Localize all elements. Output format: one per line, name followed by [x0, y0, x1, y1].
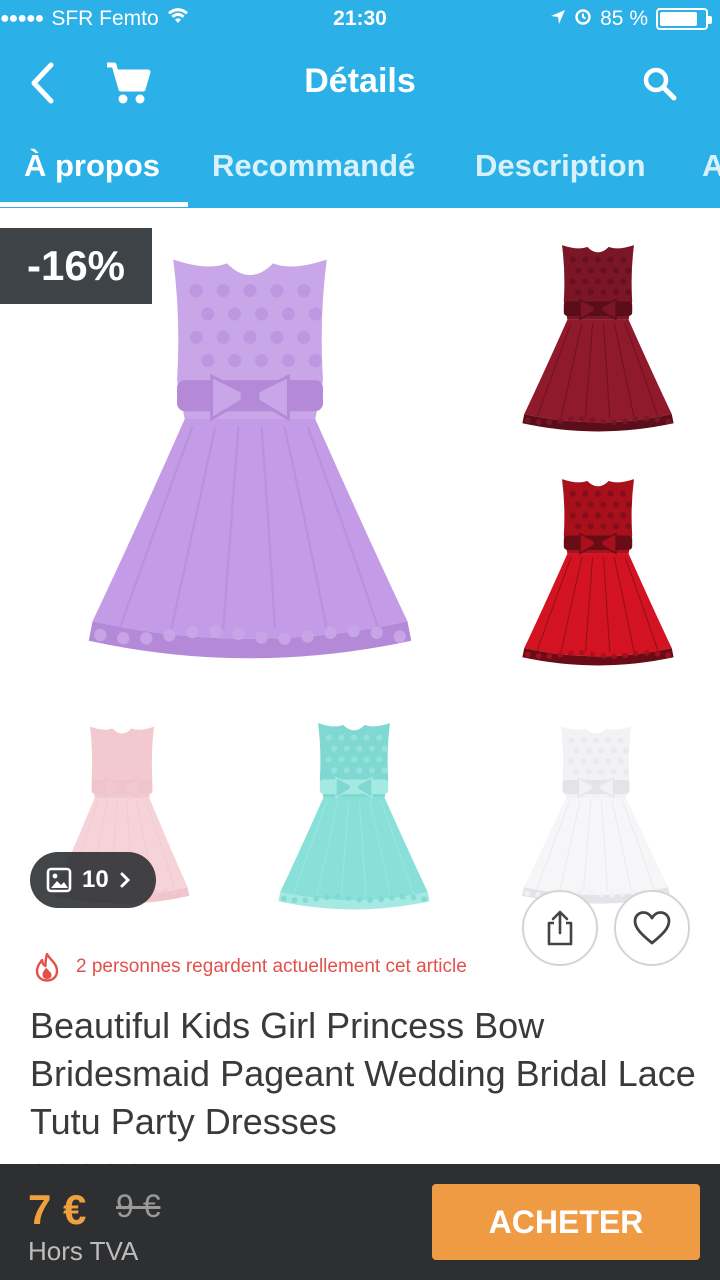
- mint-dress-image: [278, 723, 430, 910]
- image-count-button[interactable]: 10: [30, 852, 156, 908]
- current-price: 7 €: [28, 1186, 87, 1233]
- tab-description[interactable]: Description: [475, 148, 646, 184]
- status-bar: ●●●●● SFR Femto 21:30 85 %: [0, 0, 720, 40]
- purple-dress-image: [88, 259, 412, 659]
- chevron-right-icon: [120, 872, 130, 888]
- flame-icon: [35, 952, 59, 982]
- share-icon: [547, 910, 573, 946]
- thumbnail-burgundy[interactable]: [508, 236, 688, 436]
- thumbnail-red[interactable]: [508, 470, 688, 670]
- tab-next[interactable]: A: [702, 148, 720, 184]
- main-product-image[interactable]: [58, 240, 442, 668]
- burgundy-dress-image: [522, 245, 674, 432]
- search-icon: [643, 67, 677, 101]
- thumbnail-white[interactable]: [508, 718, 684, 908]
- alarm-icon: [574, 7, 592, 31]
- battery-percent: 85 %: [600, 7, 648, 30]
- app-header: ●●●●● SFR Femto 21:30 85 % Détails À pro…: [0, 0, 720, 208]
- image-icon: [46, 867, 72, 893]
- favorite-button[interactable]: [614, 890, 690, 966]
- discount-badge: -16%: [0, 228, 152, 304]
- heart-icon: [633, 911, 671, 945]
- image-count: 10: [82, 866, 109, 893]
- tab-a-propos[interactable]: À propos: [24, 148, 160, 184]
- active-tab-indicator: [0, 202, 188, 207]
- thumbnail-mint[interactable]: [264, 714, 444, 914]
- buy-button[interactable]: ACHETER: [432, 1184, 700, 1260]
- watching-text: 2 personnes regardent actuellement cet a…: [76, 956, 467, 977]
- search-button[interactable]: [636, 60, 684, 108]
- chevron-left-icon: [31, 62, 54, 104]
- old-price: 9 €: [116, 1188, 161, 1224]
- status-right: 85 %: [550, 7, 712, 31]
- product-gallery: -16% 10: [0, 208, 720, 966]
- product-title: Beautiful Kids Girl Princess Bow Bridesm…: [30, 1005, 696, 1142]
- battery-icon: [656, 8, 712, 30]
- red-dress-image: [522, 479, 674, 666]
- tab-bar: À propos Recommandé Description A: [0, 126, 720, 208]
- nav-bar: Détails: [0, 40, 720, 126]
- back-button[interactable]: [20, 58, 64, 108]
- watching-notice: 2 personnes regardent actuellement cet a…: [34, 952, 467, 982]
- purchase-bar: 7 € 9 € Hors TVA ACHETER: [0, 1164, 720, 1280]
- tab-recommande[interactable]: Recommandé: [212, 148, 415, 184]
- battery-fill: [660, 12, 698, 26]
- share-button[interactable]: [522, 890, 598, 966]
- cart-button[interactable]: [102, 58, 154, 108]
- white-dress-image: [522, 726, 670, 904]
- tax-label: Hors TVA: [28, 1236, 139, 1266]
- location-arrow-icon: [550, 7, 566, 31]
- cart-icon: [107, 62, 151, 104]
